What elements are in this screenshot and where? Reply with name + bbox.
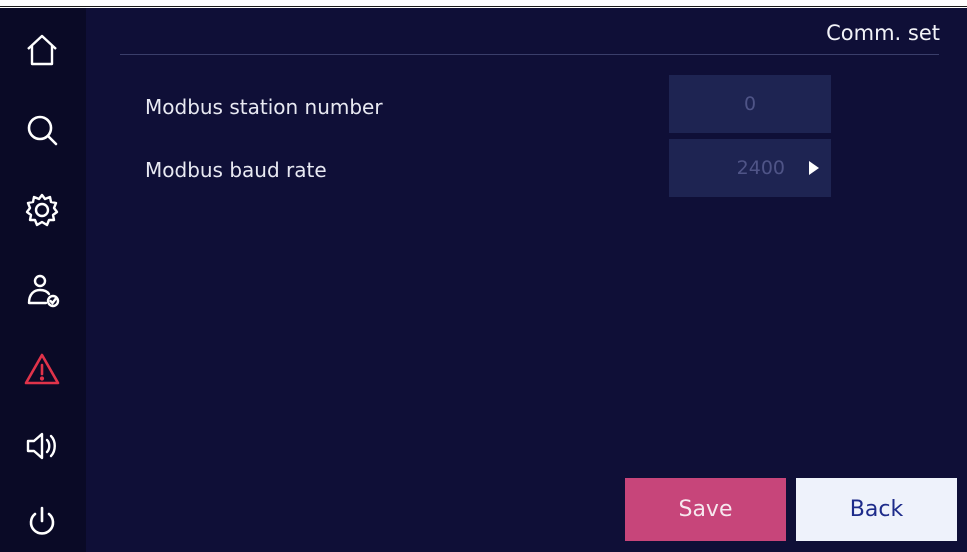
- station-number-input[interactable]: 0: [669, 75, 831, 133]
- baud-rate-value: 2400: [736, 157, 785, 179]
- sidebar-item-power[interactable]: [14, 494, 70, 550]
- header-divider: [120, 54, 939, 55]
- comm-settings-screen: Comm. set Modbus station number 0 Modbus…: [0, 8, 967, 552]
- sidebar-item-settings[interactable]: [14, 182, 70, 238]
- sidebar-item-user[interactable]: [14, 262, 70, 318]
- sidebar-item-sound[interactable]: [14, 418, 70, 474]
- play-arrow-icon: [809, 161, 819, 175]
- top-strip: [0, 0, 967, 7]
- save-button[interactable]: Save: [625, 478, 786, 541]
- station-number-label: Modbus station number: [145, 95, 383, 119]
- sidebar: [0, 8, 86, 552]
- page-title: Comm. set: [826, 21, 940, 45]
- baud-rate-select[interactable]: 2400: [669, 139, 831, 197]
- power-icon: [29, 506, 55, 535]
- sidebar-item-home[interactable]: [14, 22, 70, 78]
- back-button[interactable]: Back: [796, 478, 957, 541]
- home-icon: [27, 34, 57, 66]
- baud-rate-label: Modbus baud rate: [145, 158, 327, 182]
- user-check-icon: [27, 274, 60, 308]
- speaker-icon: [26, 432, 56, 460]
- alarm-warning-icon: [24, 353, 60, 385]
- search-icon: [27, 115, 58, 146]
- sidebar-item-alarm[interactable]: [14, 341, 70, 397]
- sidebar-item-search[interactable]: [14, 102, 70, 158]
- gear-icon: [25, 193, 59, 227]
